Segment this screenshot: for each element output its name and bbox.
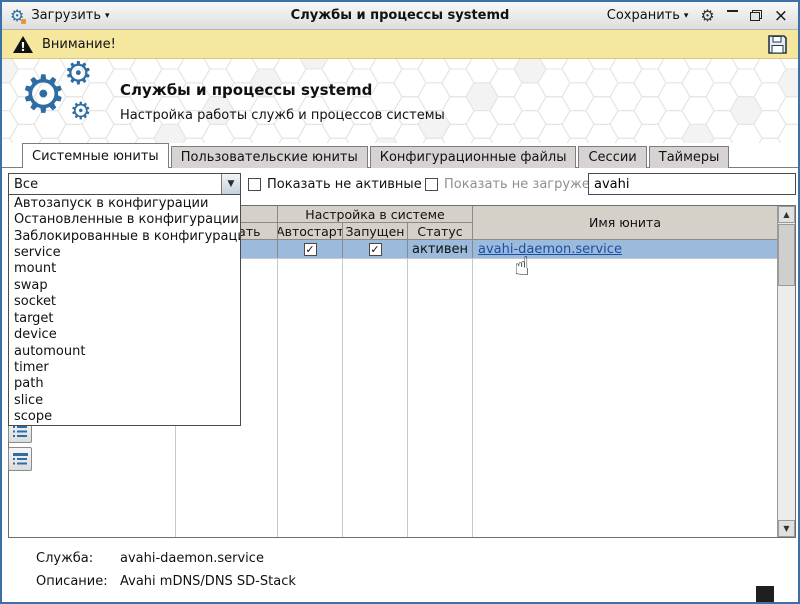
scrollbar-thumb[interactable] bbox=[778, 224, 795, 286]
tab-config-files[interactable]: Конфигурационные файлы bbox=[370, 146, 577, 168]
detail-view-button[interactable] bbox=[8, 447, 32, 471]
cursor-hand-icon: ☝ bbox=[514, 254, 530, 280]
maximize-button[interactable] bbox=[750, 8, 762, 24]
dropdown-item[interactable]: slice bbox=[9, 392, 240, 408]
dropdown-item[interactable]: Автозапуск в конфигурации bbox=[9, 195, 240, 211]
description-value: Avahi mDNS/DNS SD-Stack bbox=[120, 574, 296, 589]
settings-gear-icon[interactable]: ⚙ bbox=[700, 8, 714, 24]
gear-accent-dot bbox=[21, 19, 26, 24]
dropdown-item[interactable]: Остановленные в конфигурации bbox=[9, 211, 240, 227]
header-group-system: Настройка в системе bbox=[278, 206, 473, 223]
dropdown-item[interactable]: swap bbox=[9, 277, 240, 293]
tab-sessions[interactable]: Сессии bbox=[578, 146, 646, 168]
page-subtitle: Настройка работы служб и процессов систе… bbox=[120, 108, 445, 123]
close-button[interactable]: × bbox=[774, 8, 788, 24]
combobox-arrow-icon[interactable]: ▼ bbox=[221, 174, 240, 194]
minimize-icon bbox=[727, 10, 738, 12]
warning-bar: ! Внимание! bbox=[2, 30, 798, 59]
app-window: ⚙ Загрузить ▾ Службы и процессы systemd С… bbox=[0, 0, 800, 604]
maximize-icon bbox=[750, 10, 762, 21]
category-combobox[interactable]: Все ▼ bbox=[8, 173, 241, 195]
status-cell: активен bbox=[408, 240, 473, 258]
resize-grip[interactable] bbox=[756, 586, 774, 602]
service-label: Служба: bbox=[36, 551, 93, 566]
warning-exclamation: ! bbox=[20, 40, 25, 54]
tab-system-units[interactable]: Системные юниты bbox=[22, 143, 169, 168]
chevron-down-icon: ▾ bbox=[105, 11, 110, 21]
header-status: Статус bbox=[408, 223, 473, 240]
dropdown-item[interactable]: device bbox=[9, 326, 240, 342]
dropdown-item[interactable]: scope bbox=[9, 408, 240, 424]
description-label: Описание: bbox=[36, 574, 108, 589]
gridline bbox=[472, 258, 473, 537]
minimize-button[interactable] bbox=[727, 8, 738, 24]
cell-autostart: ✓ bbox=[278, 240, 343, 258]
header-unit-name: Имя юнита bbox=[473, 206, 777, 240]
dropdown-item[interactable]: service bbox=[9, 244, 240, 260]
checkbox-box[interactable] bbox=[248, 178, 261, 191]
running-checkbox[interactable]: ✓ bbox=[369, 243, 382, 256]
dropdown-item[interactable]: socket bbox=[9, 294, 240, 310]
gridline bbox=[277, 258, 278, 537]
combobox-value: Все bbox=[14, 177, 38, 192]
tabbar: Системные юниты Пользовательские юниты К… bbox=[2, 143, 798, 168]
page-title: Службы и процессы systemd bbox=[120, 81, 372, 99]
autostart-checkbox[interactable]: ✓ bbox=[304, 243, 317, 256]
titlebar: ⚙ Загрузить▾ Службы и процессы systemd С… bbox=[2, 2, 798, 30]
dropdown-item[interactable]: mount bbox=[9, 261, 240, 277]
dropdown-item[interactable]: timer bbox=[9, 359, 240, 375]
warning-label: Внимание! bbox=[42, 37, 116, 52]
unit-link[interactable]: avahi-daemon.service bbox=[478, 242, 622, 257]
service-value: avahi-daemon.service bbox=[120, 551, 264, 566]
gear-medium-icon: ⚙ bbox=[64, 59, 259, 74]
dropdown-item[interactable]: path bbox=[9, 376, 240, 392]
save-button-label: Сохранить bbox=[607, 8, 680, 23]
save-file-icon[interactable] bbox=[767, 34, 788, 55]
gears-logo-icon: ⚙ ⚙ ⚙ bbox=[20, 61, 125, 143]
checkbox-box[interactable] bbox=[425, 178, 438, 191]
app-header: ⚙ ⚙ ⚙ Службы и процессы systemd Настройк… bbox=[2, 59, 798, 143]
chevron-down-icon: ▾ bbox=[684, 11, 689, 21]
list-detail-icon bbox=[13, 453, 28, 466]
checkbox-label: Показать не активные bbox=[267, 177, 422, 192]
dropdown-item[interactable]: automount bbox=[9, 343, 240, 359]
load-button[interactable]: Загрузить ▾ bbox=[31, 8, 109, 23]
dropdown-item[interactable]: target bbox=[9, 310, 240, 326]
dropdown-item[interactable]: Заблокированные в конфигурации bbox=[9, 228, 240, 244]
titlebar-left: ⚙ Загрузить ▾ bbox=[2, 8, 110, 24]
search-input[interactable] bbox=[588, 173, 796, 195]
header-running: Запущен bbox=[343, 223, 408, 240]
list-icon bbox=[13, 425, 28, 438]
category-dropdown-list: Автозапуск в конфигурации Остановленные … bbox=[8, 194, 241, 426]
titlebar-right: Сохранить ▾ ⚙ × bbox=[607, 8, 798, 24]
tab-user-units[interactable]: Пользовательские юниты bbox=[171, 146, 368, 168]
save-button[interactable]: Сохранить ▾ bbox=[607, 8, 689, 23]
warning-icon: ! bbox=[12, 35, 34, 54]
app-gear-icon: ⚙ bbox=[10, 8, 24, 24]
tab-timers[interactable]: Таймеры bbox=[649, 146, 730, 168]
table-scrollbar[interactable]: ▲ ▼ bbox=[777, 206, 795, 537]
gridline bbox=[407, 258, 408, 537]
show-inactive-checkbox[interactable]: Показать не активные bbox=[248, 177, 422, 192]
gridline bbox=[342, 258, 343, 537]
load-button-label: Загрузить bbox=[31, 8, 101, 23]
scroll-up-button[interactable]: ▲ bbox=[778, 206, 795, 223]
header-autostart: Автостарт bbox=[278, 223, 343, 240]
scroll-down-button[interactable]: ▼ bbox=[778, 520, 795, 537]
cell-running: ✓ bbox=[343, 240, 408, 258]
